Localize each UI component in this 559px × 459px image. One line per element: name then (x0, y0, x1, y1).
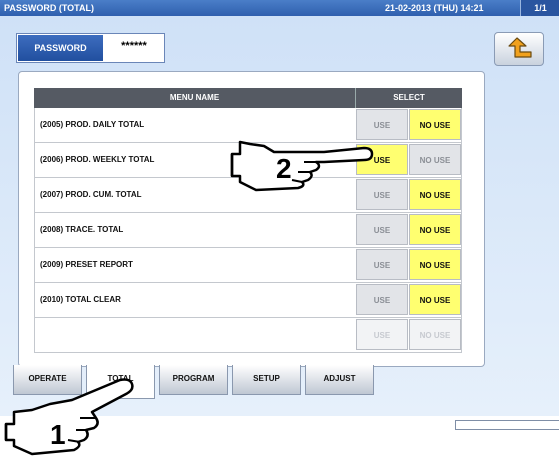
use-button[interactable]: USE (356, 214, 408, 245)
table-row: USE NO USE (34, 318, 462, 353)
header-select: SELECT (393, 93, 425, 102)
tab-program[interactable]: PROGRAM (159, 365, 228, 395)
tab-setup[interactable]: SETUP (232, 365, 301, 395)
callout-2-label: 2 (276, 153, 292, 184)
password-field[interactable]: PASSWORD ****** (16, 33, 165, 63)
title-bar: PASSWORD (TOTAL) 21-02-2013 (THU) 14:21 … (0, 0, 559, 16)
no-use-button[interactable]: NO USE (409, 319, 461, 350)
no-use-button[interactable]: NO USE (409, 214, 461, 245)
back-arrow-icon (508, 37, 532, 58)
tab-adjust[interactable]: ADJUST (305, 365, 374, 395)
menu-item-name: (2010) TOTAL CLEAR (40, 295, 121, 304)
status-bar (455, 420, 559, 430)
header-menu-name: MENU NAME (34, 88, 356, 108)
datetime: 21-02-2013 (THU) 14:21 (385, 3, 484, 13)
table-header: MENU NAME SELECT (34, 88, 462, 108)
use-button[interactable]: USE (356, 284, 408, 315)
password-label: PASSWORD (18, 35, 103, 61)
table-row: (2008) TRACE. TOTAL USE NO USE (34, 213, 462, 248)
menu-item-name: (2008) TRACE. TOTAL (40, 225, 124, 234)
password-value: ****** (121, 40, 147, 52)
pointing-hand-icon-step2: 2 (230, 140, 374, 192)
back-button[interactable] (494, 32, 544, 66)
page-indicator: 1/1 (520, 0, 559, 16)
no-use-button[interactable]: NO USE (409, 109, 461, 140)
menu-item-name: (2007) PROD. CUM. TOTAL (40, 190, 142, 199)
no-use-button[interactable]: NO USE (409, 284, 461, 315)
no-use-button[interactable]: NO USE (409, 179, 461, 210)
table-row: (2010) TOTAL CLEAR USE NO USE (34, 283, 462, 318)
no-use-button[interactable]: NO USE (409, 249, 461, 280)
pointing-hand-icon-step1: 1 (4, 378, 134, 456)
menu-item-name: (2009) PRESET REPORT (40, 260, 133, 269)
menu-item-name: (2006) PROD. WEEKLY TOTAL (40, 155, 155, 164)
callout-1-label: 1 (50, 419, 66, 450)
use-button[interactable]: USE (356, 319, 408, 350)
no-use-button[interactable]: NO USE (409, 144, 461, 175)
menu-item-name: (2005) PROD. DAILY TOTAL (40, 120, 145, 129)
table-row: (2009) PRESET REPORT USE NO USE (34, 248, 462, 283)
menu-table: MENU NAME SELECT (2005) PROD. DAILY TOTA… (34, 88, 462, 353)
window-title: PASSWORD (TOTAL) (4, 3, 94, 13)
use-button[interactable]: USE (356, 249, 408, 280)
menu-panel: MENU NAME SELECT (2005) PROD. DAILY TOTA… (18, 71, 485, 367)
screen: PASSWORD ****** MENU NAME SELECT (2005) … (0, 16, 559, 430)
